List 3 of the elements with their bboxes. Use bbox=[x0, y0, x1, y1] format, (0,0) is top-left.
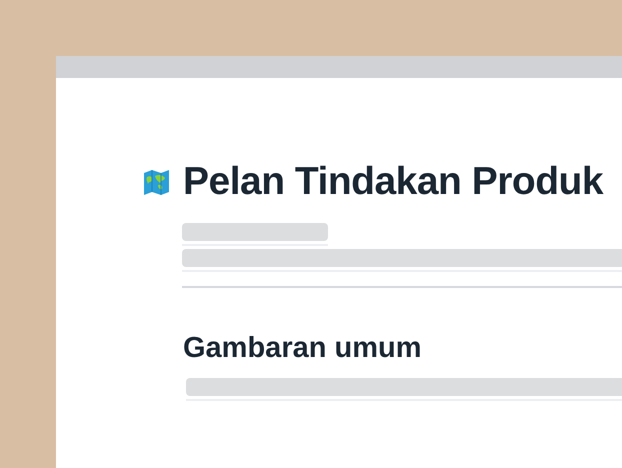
map-icon bbox=[143, 168, 170, 196]
page-title: Pelan Tindakan Produk bbox=[183, 160, 604, 204]
section-heading: Gambaran umum bbox=[183, 331, 422, 366]
